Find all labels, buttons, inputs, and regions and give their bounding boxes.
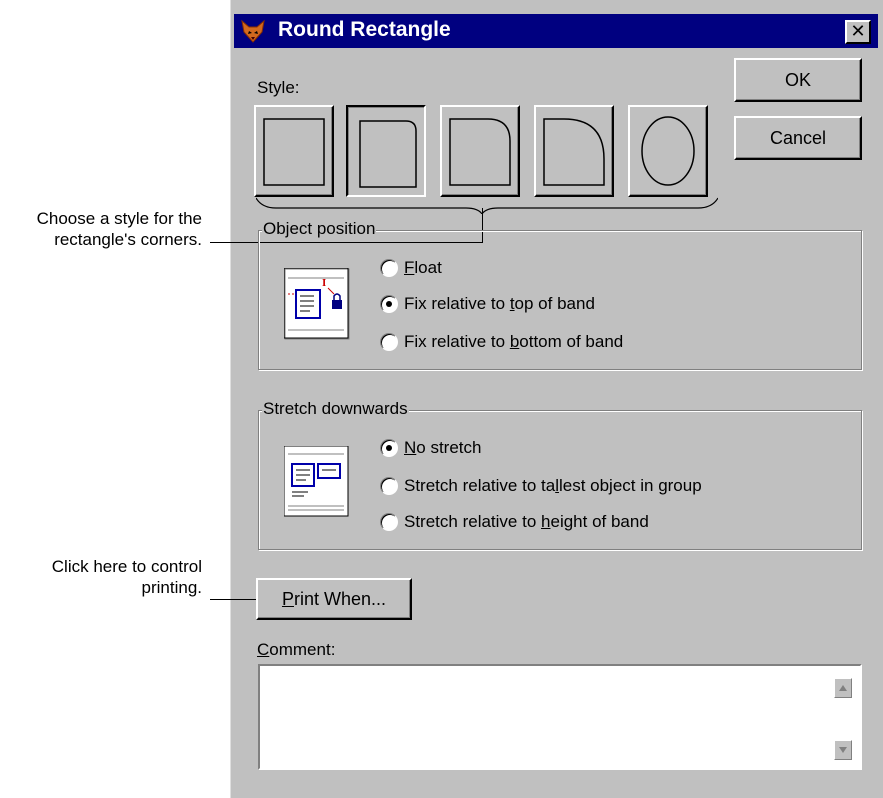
radio-fix-top-label: Fix relative to top of band [404, 294, 595, 313]
object-position-label: Object position [262, 219, 377, 239]
comment-textarea[interactable] [258, 664, 862, 770]
stretch-icon [284, 446, 349, 517]
scroll-up-button[interactable] [834, 678, 852, 698]
style-medium-rounded-button[interactable] [440, 105, 520, 197]
radio-no-stretch[interactable]: No stretch [380, 438, 481, 458]
style-label: Style: [257, 78, 300, 97]
radio-fix-top-control[interactable] [380, 295, 398, 313]
slightly-rounded-icon [359, 120, 417, 188]
scroll-down-icon [839, 747, 847, 753]
callout-print-leader [210, 599, 258, 600]
medium-rounded-icon [449, 118, 511, 186]
radio-stretch-height[interactable]: Stretch relative to height of band [380, 512, 649, 532]
scroll-up-icon [839, 685, 847, 691]
radio-fix-bottom-control[interactable] [380, 333, 398, 351]
callout-print-line2: printing. [141, 578, 202, 597]
ok-button[interactable]: OK [734, 58, 862, 102]
close-icon: ✕ [850, 21, 866, 42]
radio-fix-bottom[interactable]: Fix relative to bottom of band [380, 332, 623, 352]
callout-style-line1: Choose a style for the [36, 209, 202, 228]
close-button[interactable]: ✕ [845, 20, 871, 44]
radio-no-stretch-label: No stretch [404, 438, 482, 457]
style-very-rounded-button[interactable] [534, 105, 614, 197]
radio-stretch-tallest-label: Stretch relative to tallest object in gr… [404, 476, 702, 495]
dialog-title: Round Rectangle [278, 18, 451, 41]
radio-stretch-tallest-control[interactable] [380, 477, 398, 495]
cancel-button[interactable]: Cancel [734, 116, 862, 160]
radio-no-stretch-control[interactable] [380, 439, 398, 457]
svg-text:I: I [322, 277, 326, 289]
print-when-button[interactable]: Print When... [256, 578, 412, 620]
stretch-label: Stretch downwards [262, 399, 409, 419]
callout-print: Click here to control printing. [0, 556, 202, 598]
radio-fix-top[interactable]: Fix relative to top of band [380, 294, 595, 314]
position-icon: I [284, 268, 350, 340]
radio-stretch-height-control[interactable] [380, 513, 398, 531]
radio-fix-bottom-label: Fix relative to bottom of band [404, 332, 624, 351]
print-when-label: Print When... [281, 588, 387, 609]
square-corners-icon [263, 118, 325, 186]
scroll-down-button[interactable] [834, 740, 852, 760]
callout-style: Choose a style for the rectangle's corne… [0, 208, 202, 250]
callout-print-line1: Click here to control [51, 557, 202, 576]
radio-float-label: Float [404, 258, 442, 277]
callout-style-line2: rectangle's corners. [54, 230, 202, 249]
title-bar: Round Rectangle [234, 14, 878, 48]
cancel-label: Cancel [769, 127, 827, 148]
ellipse-icon [641, 116, 695, 186]
radio-stretch-height-label: Stretch relative to height of band [404, 512, 649, 531]
radio-stretch-tallest[interactable]: Stretch relative to tallest object in gr… [380, 476, 702, 496]
style-ellipse-button[interactable] [628, 105, 708, 197]
radio-float-control[interactable] [380, 259, 398, 277]
fox-app-icon [241, 19, 265, 43]
style-square-corners-button[interactable] [254, 105, 334, 197]
style-slightly-rounded-button[interactable] [346, 105, 426, 197]
style-brace [256, 197, 718, 214]
comment-label: Comment: [257, 640, 336, 659]
ok-label: OK [784, 69, 811, 90]
very-rounded-icon [543, 118, 605, 186]
radio-float[interactable]: Float [380, 258, 442, 278]
